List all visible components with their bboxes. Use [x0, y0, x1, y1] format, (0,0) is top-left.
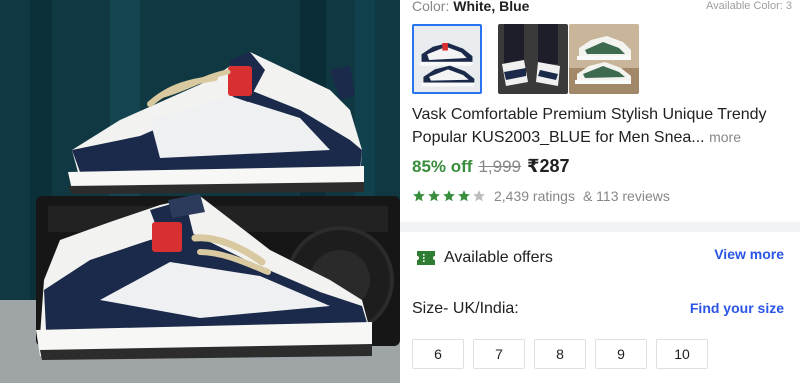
offer-tag-icon	[417, 251, 435, 265]
discount-percent: 85% off	[412, 157, 473, 176]
star-empty-icon	[473, 190, 485, 202]
size-label: Size- UK/India:	[412, 300, 519, 317]
more-link[interactable]: more	[709, 129, 741, 145]
star-filled-icon	[428, 190, 440, 202]
color-value: White, Blue	[453, 0, 530, 14]
size-header: Size- UK/India: Find your size	[412, 298, 788, 322]
section-divider	[400, 222, 800, 232]
size-option-7[interactable]: 7	[473, 339, 525, 369]
sneaker-thumbnail-image	[414, 26, 480, 92]
sneaker-thumbnail-image	[498, 24, 568, 94]
available-offers-label: Available offers	[444, 249, 553, 266]
star-filled-icon	[458, 190, 470, 202]
view-more-offers-link[interactable]: View more	[714, 246, 784, 262]
size-option-10[interactable]: 10	[656, 339, 708, 369]
color-label: Color:	[412, 0, 454, 14]
selling-price: ₹287	[527, 156, 570, 176]
size-option-8[interactable]: 8	[534, 339, 586, 369]
size-option-6[interactable]: 6	[412, 339, 464, 369]
thumbnail-green-sneaker[interactable]	[569, 24, 639, 94]
available-colors-count: Available Color: 3	[705, 0, 792, 12]
reviews-count: & 113 reviews	[582, 188, 670, 204]
original-price: 1,999	[478, 157, 522, 176]
sneaker-thumbnail-image	[569, 24, 639, 94]
price-row: 85% off 1,999 ₹287	[412, 156, 570, 180]
find-your-size-link[interactable]: Find your size	[690, 300, 784, 316]
thumbnail-worn-sneaker[interactable]	[498, 24, 568, 94]
star-filled-icon	[443, 190, 455, 202]
rating-row[interactable]: 2,439 ratings & 113 reviews	[412, 186, 670, 206]
sneaker-pair-illustration	[0, 0, 400, 383]
ratings-count: 2,439 ratings	[494, 188, 575, 204]
star-filled-icon	[413, 190, 425, 202]
star-rating	[412, 189, 486, 203]
product-details-panel: Color: White, Blue Available Color: 3 Va…	[400, 0, 800, 383]
product-title: Vask Comfortable Premium Stylish Unique …	[412, 104, 772, 149]
available-offers-row[interactable]: Available offers View more	[412, 246, 788, 272]
color-selector-header: Color: White, Blue Available Color: 3	[412, 0, 792, 16]
thumbnail-white-blue-sneaker[interactable]	[412, 24, 482, 94]
size-option-9[interactable]: 9	[595, 339, 647, 369]
product-main-image	[0, 0, 400, 383]
